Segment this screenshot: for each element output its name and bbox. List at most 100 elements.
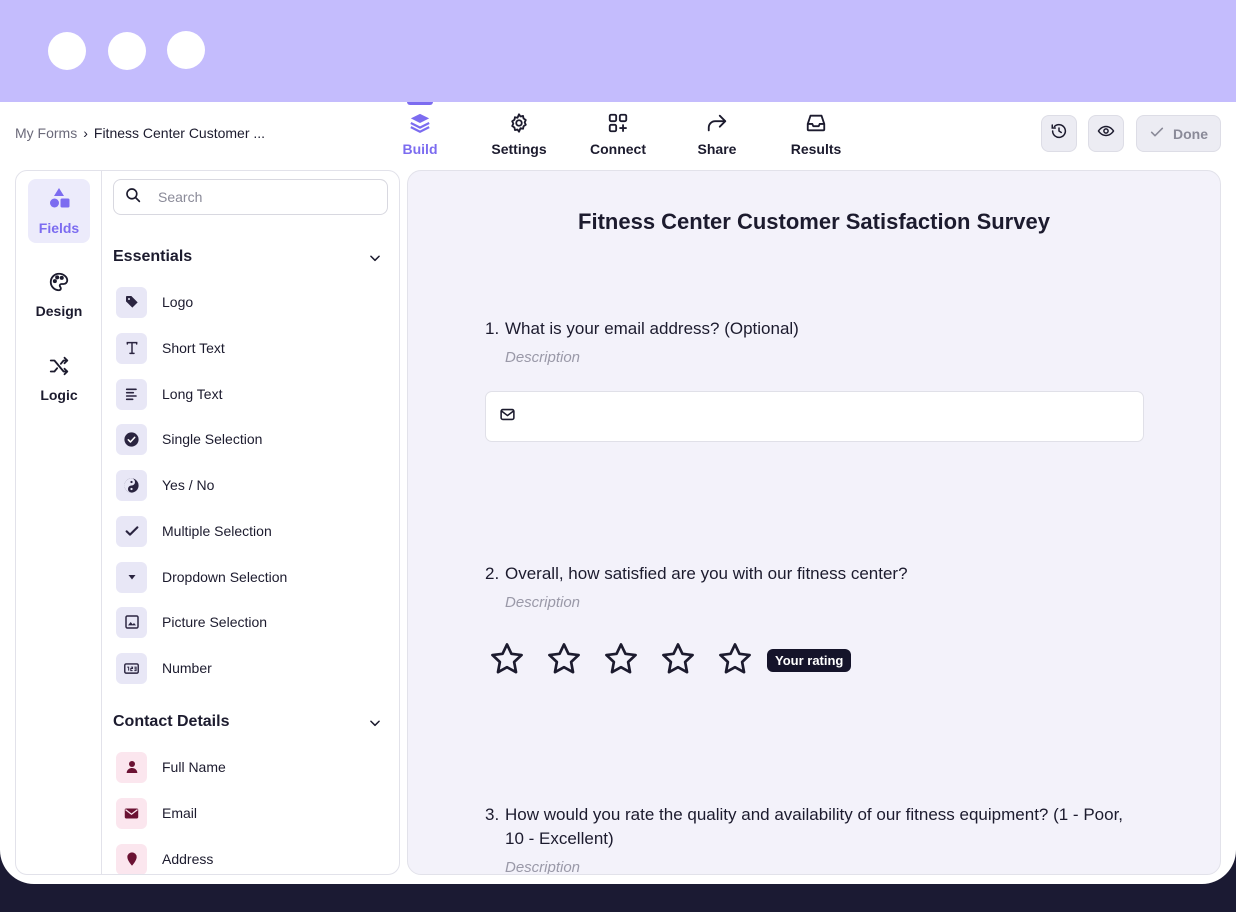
gear-icon	[507, 111, 531, 135]
star-icon[interactable]	[602, 640, 642, 680]
search-input[interactable]	[158, 189, 358, 205]
form-canvas: Fitness Center Customer Satisfaction Sur…	[407, 170, 1221, 875]
rating-tooltip: Your rating	[767, 648, 852, 672]
tab-build[interactable]: Build	[375, 102, 465, 168]
question-number: 1.	[485, 319, 500, 338]
question-description[interactable]: Description	[505, 859, 580, 874]
field-item-label: Multiple Selection	[162, 523, 272, 539]
chevron-down-icon[interactable]	[368, 251, 382, 265]
field-item-number[interactable]: Number	[116, 652, 212, 684]
question-text: How would you rate the quality and avail…	[505, 805, 1124, 824]
section-title-contact-details: Contact Details	[113, 713, 230, 730]
field-item-label: Dropdown Selection	[162, 569, 288, 585]
checkmark-icon	[1149, 124, 1165, 143]
rail-item-logic[interactable]: Logic	[28, 347, 90, 411]
search-box[interactable]	[113, 179, 388, 215]
star-icon[interactable]	[488, 640, 528, 680]
question-number: 2.	[485, 564, 500, 583]
tab-label: Build	[402, 141, 438, 157]
text-t-icon	[116, 332, 147, 364]
rail-label: Design	[35, 303, 83, 319]
window-titlebar	[0, 0, 1236, 102]
question-text-continued: 10 - Excellent)	[505, 829, 614, 848]
field-item-picture-selection[interactable]: Picture Selection	[116, 606, 267, 638]
window-control-dot[interactable]	[108, 32, 146, 70]
eye-icon	[1097, 122, 1115, 145]
field-item-dropdown-selection[interactable]: Dropdown Selection	[116, 561, 287, 593]
breadcrumb-current: Fitness Center Customer ...	[93, 125, 266, 141]
layers-icon	[408, 111, 432, 135]
window-control-dot[interactable]	[48, 32, 86, 70]
fields-panel: Fields Design Logic Essentials	[15, 170, 400, 875]
field-item-multiple-selection[interactable]: Multiple Selection	[116, 515, 272, 547]
tab-connect[interactable]: Connect	[573, 102, 663, 168]
field-item-short-text[interactable]: Short Text	[116, 332, 225, 364]
envelope-icon	[116, 797, 147, 829]
tab-share[interactable]: Share	[672, 102, 762, 168]
side-rail: Fields Design Logic	[16, 171, 102, 874]
field-item-address[interactable]: Address	[116, 843, 214, 874]
shapes-icon	[47, 186, 71, 215]
tab-label: Share	[697, 141, 737, 157]
field-item-label: Picture Selection	[162, 614, 268, 630]
question-2[interactable]: 2. Overall, how satisfied are you with ou…	[485, 562, 1155, 586]
field-item-yes-no[interactable]: Yes / No	[116, 469, 214, 501]
star-rating: Your rating	[488, 640, 852, 680]
tab-label: Settings	[491, 141, 547, 157]
person-icon	[116, 751, 147, 783]
star-icon[interactable]	[716, 640, 756, 680]
number-box-icon	[116, 652, 147, 684]
rail-item-fields[interactable]: Fields	[28, 179, 90, 243]
tab-label: Connect	[590, 141, 646, 157]
app-window: My Forms › Fitness Center Customer ... Bui…	[0, 0, 1236, 884]
star-icon[interactable]	[659, 640, 699, 680]
star-icon[interactable]	[545, 640, 585, 680]
preview-button[interactable]	[1088, 115, 1124, 152]
chevron-down-icon[interactable]	[368, 716, 382, 730]
rail-label: Fields	[38, 220, 80, 236]
question-text: What is your email address? (Optional)	[505, 319, 799, 338]
align-left-icon	[116, 378, 147, 410]
field-item-label: Number	[162, 660, 212, 676]
question-3[interactable]: 3. How would you rate the quality and ava…	[485, 803, 1155, 851]
field-item-long-text[interactable]: Long Text	[116, 378, 222, 410]
section-title-essentials: Essentials	[113, 248, 193, 265]
field-item-logo[interactable]: Logo	[116, 286, 193, 318]
rail-label: Logic	[40, 387, 78, 403]
field-item-label: Short Text	[162, 340, 225, 356]
email-field[interactable]	[485, 391, 1144, 442]
checkmark-icon	[116, 515, 147, 547]
history-icon	[1050, 122, 1068, 145]
field-item-single-selection[interactable]: Single Selection	[116, 423, 262, 455]
question-description[interactable]: Description	[505, 594, 580, 611]
caret-down-icon	[116, 561, 147, 593]
field-item-email[interactable]: Email	[116, 797, 197, 829]
question-description[interactable]: Description	[505, 349, 580, 366]
question-text: Overall, how satisfied are you with our …	[505, 564, 908, 583]
form-title[interactable]: Fitness Center Customer Satisfaction Sur…	[408, 209, 1220, 235]
question-number: 3.	[485, 805, 500, 824]
field-item-label: Address	[162, 851, 214, 867]
search-icon	[124, 186, 142, 209]
breadcrumb-root-link[interactable]: My Forms	[15, 125, 77, 141]
envelope-icon	[499, 406, 516, 428]
tab-settings[interactable]: Settings	[474, 102, 564, 168]
field-item-label: Logo	[162, 294, 194, 310]
shuffle-icon	[48, 355, 70, 382]
inbox-icon	[804, 111, 828, 135]
rail-item-design[interactable]: Design	[28, 263, 90, 327]
question-1[interactable]: 1. What is your email address? (Optional)	[485, 317, 1155, 341]
done-button[interactable]: Done	[1136, 115, 1221, 152]
field-item-label: Email	[162, 805, 198, 821]
history-button[interactable]	[1041, 115, 1077, 152]
share-arrow-icon	[705, 111, 729, 135]
window-control-dot[interactable]	[167, 31, 205, 69]
tag-icon	[116, 286, 147, 318]
field-item-label: Long Text	[162, 386, 223, 402]
image-icon	[116, 606, 147, 638]
tab-results[interactable]: Results	[771, 102, 861, 168]
check-circle-icon	[116, 423, 147, 455]
breadcrumb: My Forms › Fitness Center Customer ...	[15, 125, 265, 141]
field-item-full-name[interactable]: Full Name	[116, 751, 226, 783]
yin-yang-icon	[116, 469, 147, 501]
